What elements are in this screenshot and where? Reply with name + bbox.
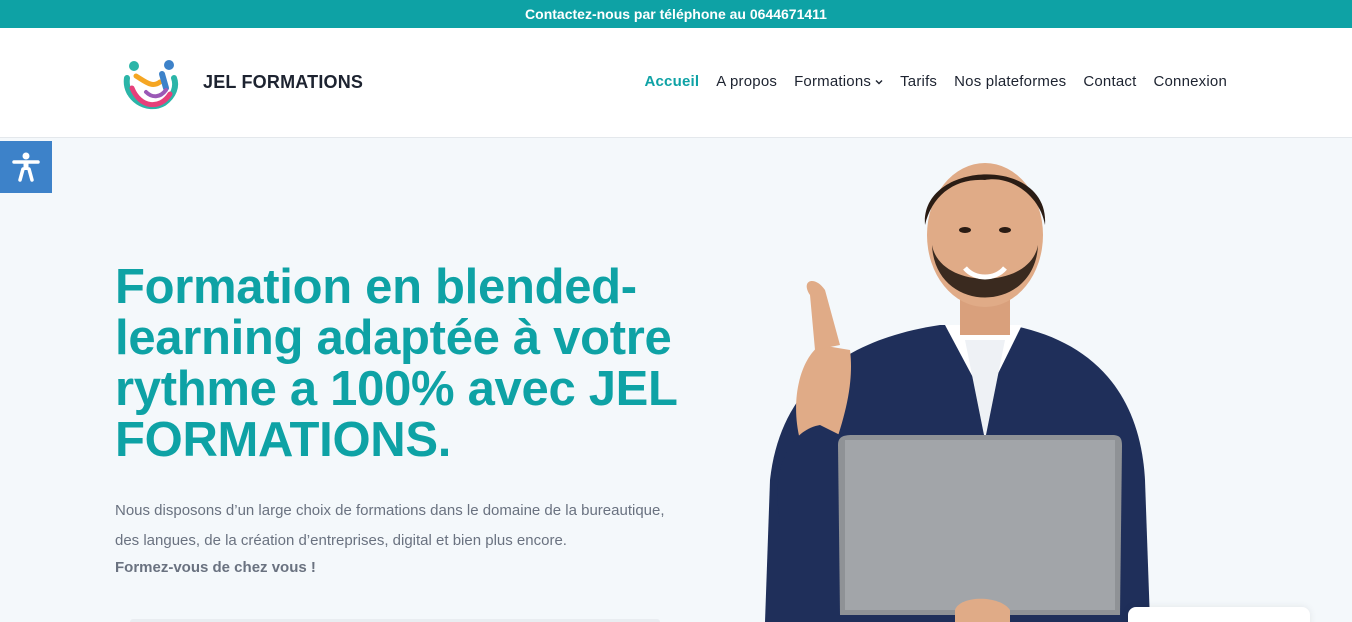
- nav-item-nos-plateformes[interactable]: Nos plateformes: [954, 73, 1066, 90]
- accessibility-button[interactable]: [0, 141, 52, 193]
- nav-item-tarifs[interactable]: Tarifs: [900, 73, 937, 90]
- nav-item-formations[interactable]: Formations: [794, 73, 883, 90]
- accessibility-icon: [12, 152, 40, 182]
- contact-phone-text: Contactez-nous par téléphone au 06446714…: [525, 6, 827, 22]
- nav-label: Tarifs: [900, 73, 938, 90]
- top-contact-bar: Contactez-nous par téléphone au 06446714…: [0, 0, 1352, 28]
- hero-tagline: Formez-vous de chez vous !: [115, 559, 316, 576]
- main-nav: Accueil A propos Formations Tarifs Nos p…: [627, 73, 1227, 90]
- nav-item-connexion[interactable]: Connexion: [1153, 73, 1227, 90]
- nav-label: Formations: [794, 73, 872, 90]
- brand-name[interactable]: JEL FORMATIONS: [203, 72, 363, 93]
- nav-label: Nos plateformes: [954, 73, 1067, 90]
- floating-card: [1128, 607, 1310, 622]
- hero-description: Nous disposons d’un large choix de forma…: [115, 502, 665, 549]
- nav-item-contact[interactable]: Contact: [1083, 73, 1136, 90]
- chevron-down-icon: [875, 79, 883, 84]
- brand-logo-icon[interactable]: [122, 58, 180, 114]
- nav-item-accueil[interactable]: Accueil: [644, 73, 699, 90]
- nav-item-a-propos[interactable]: A propos: [716, 73, 777, 90]
- hero-title: Formation en blended-learning adaptée à …: [115, 260, 677, 467]
- nav-label: Contact: [1083, 73, 1137, 90]
- hero-photo-man-with-laptop: [760, 140, 1160, 622]
- site-header: JEL FORMATIONS Accueil A propos Formatio…: [0, 28, 1352, 138]
- nav-label: A propos: [716, 73, 778, 90]
- nav-label: Accueil: [644, 73, 700, 90]
- nav-label: Connexion: [1153, 73, 1227, 90]
